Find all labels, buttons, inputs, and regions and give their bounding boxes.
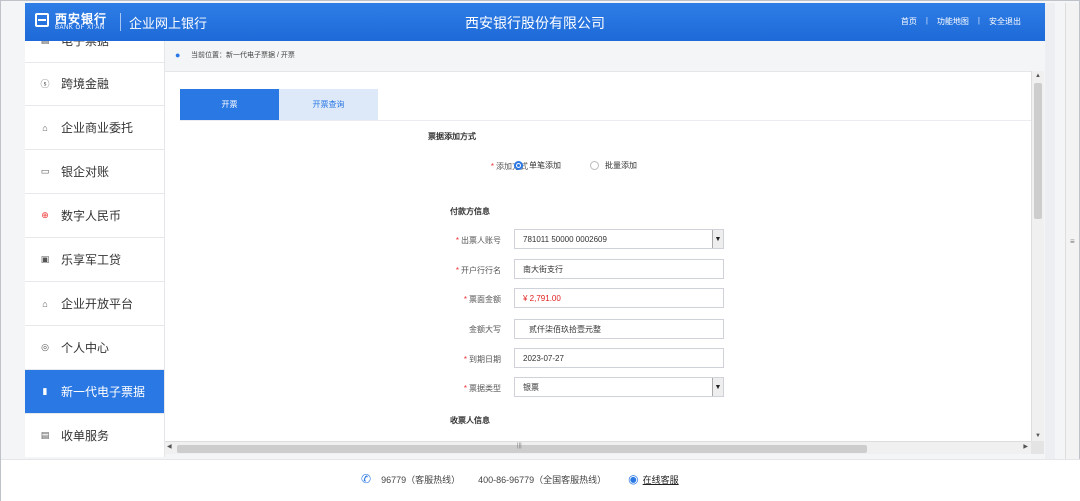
sidebar-item-label: 企业开放平台 [61,297,134,311]
browser-frame: 西安银行 BANK OF XI'AN 企业网上银行 西安银行股份有限公司 首页 … [0,0,1080,501]
content-horizontal-scrollbar[interactable]: ◀ ||| ▶ [165,441,1031,454]
breadcrumb-text: 当前位置：新一代电子票据 / 开票 [191,52,295,59]
sidebar-item-digital-rmb[interactable]: ⊕ 数字人民币 [25,194,164,238]
due-date-field[interactable]: 2023-07-27 [514,348,724,368]
chevron-down-icon: ▼ [712,378,723,396]
issue-form: 票据添加方式 * 添加方式 单笔添加 批量添加 付款方信息 * 出票人账号 7810… [180,120,1031,442]
home-link[interactable]: 首页 [901,16,917,27]
yuan-circle-icon: ⊕ [41,210,49,220]
sidebar-item-commercial-entrust[interactable]: ⌂ 企业商业委托 [25,106,164,150]
sidebar-nav: ▤ 电子票据 ⓢ 跨境金融 ⌂ 企业商业委托 ▭ 银企对账 ⊕ 数字人民币 ▣ … [25,41,165,457]
footer-contact: ✆ 96779（客服热线） 400-86-96779（全国客服热线） ◉ 在线客… [361,472,679,486]
scroll-thumb[interactable] [1034,83,1042,219]
phone-icon: ✆ [361,472,372,486]
sidebar-item-e-bill[interactable]: ▤ 电子票据 [25,41,164,63]
sidebar-item-military-loan[interactable]: ▣ 乐享军工贷 [25,238,164,282]
building-icon: ⌂ [42,298,48,309]
radio-label: 批量添加 [605,161,637,170]
sidebar-item-label: 电子票据 [61,41,110,48]
due-date-label: * 到期日期 [463,355,501,364]
scroll-up-icon[interactable]: ▲ [1035,73,1041,79]
bill-type-label: * 票据类型 [463,384,501,393]
logout-link[interactable]: 安全退出 [989,16,1021,27]
page-vertical-scrollbar[interactable]: ≡ [1065,3,1079,459]
link-separator: | [977,16,980,25]
breadcrumb: ● 当前位置：新一代电子票据 / 开票 [175,50,295,60]
headset-icon: ◉ [628,472,639,486]
bank-name-label: * 开户行行名 [455,266,501,275]
sidebar-item-acquiring[interactable]: ▤ 收单服务 [25,414,164,457]
scroll-corner [1031,441,1044,454]
radio-label: 单笔添加 [529,161,561,170]
hotline-text: 96779（客服热线） [381,474,461,485]
sidebar-item-label: 数字人民币 [61,209,122,223]
sidebar-item-personal-center[interactable]: ◎ 个人中心 [25,326,164,370]
top-header-bar: 西安银行 BANK OF XI'AN 企业网上银行 西安银行股份有限公司 首页 … [25,3,1045,41]
sidebar-item-new-e-bill[interactable]: ▮ 新一代电子票据 [25,370,164,414]
sidebar-item-label: 银企对账 [61,165,110,179]
scroll-right-icon[interactable]: ▶ [1023,443,1028,450]
radio-single-add[interactable]: 单笔添加 [514,160,561,171]
scroll-grip-icon: ||| [517,443,522,449]
receipt-icon: ▤ [40,430,50,440]
radio-dot [590,161,599,170]
sidebar-item-label: 企业商业委托 [61,121,134,135]
scroll-left-icon[interactable]: ◀ [167,443,172,450]
sidebar-item-cross-border[interactable]: ⓢ 跨境金融 [25,62,164,106]
location-pin-icon: ● [175,50,181,60]
user-circle-icon: ◎ [41,342,49,352]
national-hotline-text: 400-86-96779（全国客服热线） [478,474,607,485]
card-icon: ▣ [40,254,50,264]
radio-batch-add[interactable]: 批量添加 [590,160,637,171]
chart-box-icon: ▭ [40,166,50,176]
top-links: 首页 | 功能地图 | 安全退出 [901,16,1021,27]
sidebar-item-label: 收单服务 [61,429,110,443]
radio-dot [514,161,523,170]
section-payer-title: 付款方信息 [450,207,490,216]
drawer-account-select[interactable]: 781011 50000 0002609 ▼ [514,229,724,249]
chevron-down-icon: ▼ [712,230,723,248]
sidebar-item-open-platform[interactable]: ⌂ 企业开放平台 [25,282,164,326]
sidebar-item-label: 乐享军工贷 [61,253,122,267]
tab-bar: 开票 开票查询 [180,89,378,120]
scroll-thumb[interactable] [177,445,867,453]
link-separator: | [925,16,928,25]
scroll-grip-icon: ≡ [1070,237,1075,246]
document-icon: ▤ [39,41,51,47]
sidebar-item-label: 新一代电子票据 [61,385,146,399]
sidebar-item-reconciliation[interactable]: ▭ 银企对账 [25,150,164,194]
sidebar-item-label: 个人中心 [61,341,110,355]
bill-type-select[interactable]: 银票 ▼ [514,377,724,397]
header-right-strip [1045,3,1055,459]
dollar-circle-icon: ⓢ [40,79,50,89]
section-add-method-title: 票据添加方式 [428,132,476,141]
amount-upper-field: 贰仟柒佰玖拾壹元整 [514,319,724,339]
page-footer: ✆ 96779（客服热线） 400-86-96779（全国客服热线） ◉ 在线客… [1,459,1080,501]
tab-issue-query[interactable]: 开票查询 [279,89,378,120]
amount-label: * 票面金额 [463,295,501,304]
bill-icon: ▮ [42,386,48,396]
scroll-down-icon[interactable]: ▼ [1035,433,1041,439]
content-vertical-scrollbar[interactable]: ▲ ▼ [1031,71,1044,441]
main-content: 开票 开票查询 票据添加方式 * 添加方式 单笔添加 批量添加 付款方信息 * 出票… [165,71,1031,442]
drawer-account-label: * 出票人账号 [455,236,501,245]
amount-field[interactable]: ¥ 2,791.00 [514,288,724,308]
company-name: 西安银行股份有限公司 [465,15,605,31]
online-service-link[interactable]: 在线客服 [643,473,679,486]
sidebar-item-label: 跨境金融 [61,77,110,91]
amount-upper-label: 金额大写 [469,325,501,334]
function-map-link[interactable]: 功能地图 [937,16,969,27]
bank-name-field[interactable]: 南大街支行 [514,259,724,279]
bank-building-icon: ⌂ [42,122,48,133]
section-payee-title: 收票人信息 [450,416,490,425]
add-method-label: * 添加方式 [490,162,528,171]
tab-issue-bill[interactable]: 开票 [180,89,279,120]
